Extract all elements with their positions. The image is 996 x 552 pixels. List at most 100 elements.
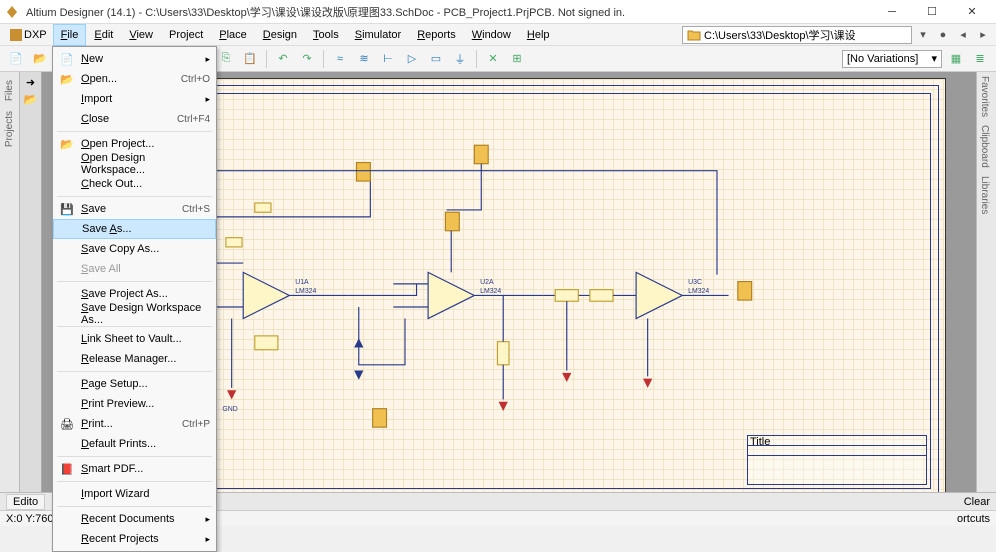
menu-reports[interactable]: Reports [409, 24, 464, 46]
menu-item-smart-pdf[interactable]: 📕Smart PDF... [53, 459, 216, 479]
menu-edit[interactable]: Edit [86, 24, 121, 46]
menu-item-save-all: Save All [53, 259, 216, 279]
tool-browse-icon[interactable]: ⊞ [507, 49, 527, 69]
maximize-button[interactable]: ☐ [912, 0, 952, 24]
menu-item-print[interactable]: 🖨Print...Ctrl+P [53, 414, 216, 434]
menu-item-import[interactable]: Import▸ [53, 89, 216, 109]
menu-item-check-out[interactable]: Check Out... [53, 174, 216, 194]
menu-item-default-prints[interactable]: Default Prints... [53, 434, 216, 454]
path-dropdown-button[interactable]: ▾ [914, 26, 932, 44]
clear-button[interactable]: Clear [964, 496, 990, 508]
menu-item-link-sheet-to-vault[interactable]: Link Sheet to Vault... [53, 329, 216, 349]
tab-files[interactable]: Files [2, 76, 17, 105]
menu-project[interactable]: Project [161, 24, 211, 46]
menu-item-print-preview[interactable]: Print Preview... [53, 394, 216, 414]
menu-item-save-design-workspace-as[interactable]: Save Design Workspace As... [53, 304, 216, 324]
tool-bus-icon[interactable]: ≋ [354, 49, 374, 69]
tool-grid-icon[interactable]: ▦ [946, 49, 966, 69]
menu-view[interactable]: View [121, 24, 161, 46]
status-coords: X:0 Y:760 [6, 513, 54, 525]
menu-item-page-setup[interactable]: Page Setup... [53, 374, 216, 394]
menubar: DXP File Edit View Project Place Design … [0, 24, 996, 46]
submenu-arrow-icon: ▸ [205, 514, 210, 525]
print-icon: 🖨 [59, 416, 75, 432]
dxp-icon [10, 29, 22, 41]
path-fwd-button[interactable]: ▸ [974, 26, 992, 44]
tool-port-icon[interactable]: ▷ [402, 49, 422, 69]
left-toolbar: ➜ 📂 [20, 72, 42, 510]
svg-text:GND: GND [222, 406, 237, 413]
tool-redo-icon[interactable]: ↷ [297, 49, 317, 69]
tool-copy-icon[interactable]: ⎘ [216, 49, 236, 69]
folder-icon [687, 29, 701, 41]
chevron-down-icon: ▾ [931, 52, 937, 65]
tool-undo-icon[interactable]: ↶ [273, 49, 293, 69]
path-input[interactable]: C:\Users\33\Desktop\学习\课设 [682, 26, 912, 44]
path-go-button[interactable]: ● [934, 26, 952, 44]
tab-favorites[interactable]: Favorites [977, 72, 992, 121]
minimize-button[interactable]: ─ [872, 0, 912, 24]
menu-item-release-manager[interactable]: Release Manager... [53, 349, 216, 369]
menu-item-open-design-workspace[interactable]: Open Design Workspace... [53, 154, 216, 174]
new-icon: 📄 [59, 51, 75, 67]
menu-tools[interactable]: Tools [305, 24, 347, 46]
open-icon: 📂 [59, 136, 75, 152]
tool-power-icon[interactable]: ⏚ [450, 49, 470, 69]
svg-text:U1A: U1A [295, 279, 309, 286]
svg-text:LM324: LM324 [688, 288, 709, 295]
right-dock: Favorites Clipboard Libraries [976, 72, 996, 510]
variations-dropdown[interactable]: [No Variations] ▾ [842, 50, 942, 68]
app-logo-icon [4, 4, 20, 20]
tool-open-icon[interactable]: 📂 [30, 49, 50, 69]
menu-item-save-project-as[interactable]: Save Project As... [53, 284, 216, 304]
menu-item-import-wizard[interactable]: Import Wizard [53, 484, 216, 504]
tab-clipboard[interactable]: Clipboard [977, 121, 992, 172]
editor-tab[interactable]: Edito [6, 494, 45, 510]
tool-part-icon[interactable]: ▭ [426, 49, 446, 69]
menu-item-recent-projects[interactable]: Recent Projects▸ [53, 529, 216, 549]
svg-text:LM324: LM324 [480, 288, 501, 295]
menu-help[interactable]: Help [519, 24, 558, 46]
open-icon: 📂 [59, 71, 75, 87]
submenu-arrow-icon: ▸ [205, 94, 210, 105]
left-dock: Files Projects [0, 72, 20, 510]
menu-item-save[interactable]: 💾SaveCtrl+S [53, 199, 216, 219]
tab-projects[interactable]: Projects [2, 107, 17, 151]
tool-cross-icon[interactable]: ✕ [483, 49, 503, 69]
menu-file[interactable]: File [53, 24, 87, 46]
menu-item-open-project[interactable]: 📂Open Project... [53, 134, 216, 154]
tool-wire-icon[interactable]: ≈ [330, 49, 350, 69]
tool-net-icon[interactable]: ⊢ [378, 49, 398, 69]
menu-item-save-copy-as[interactable]: Save Copy As... [53, 239, 216, 259]
shortcuts-label[interactable]: ortcuts [957, 513, 990, 525]
menu-item-new[interactable]: 📄New▸ [53, 49, 216, 69]
menu-window[interactable]: Window [464, 24, 519, 46]
close-button[interactable]: ✕ [952, 0, 992, 24]
dxp-menu[interactable]: DXP [4, 29, 53, 41]
menu-item-save-as[interactable]: Save As... [53, 219, 216, 239]
menu-item-close[interactable]: CloseCtrl+F4 [53, 109, 216, 129]
save-icon: 💾 [59, 201, 75, 217]
tool-paste-icon[interactable]: 📋 [240, 49, 260, 69]
path-back-button[interactable]: ◂ [954, 26, 972, 44]
menu-place[interactable]: Place [211, 24, 255, 46]
menu-design[interactable]: Design [255, 24, 305, 46]
svg-text:U2A: U2A [480, 279, 494, 286]
svg-text:U3C: U3C [688, 279, 702, 286]
tool-new-icon[interactable]: 📄 [6, 49, 26, 69]
tool-layers-icon[interactable]: ≣ [970, 49, 990, 69]
submenu-arrow-icon: ▸ [205, 54, 210, 65]
tab-libraries[interactable]: Libraries [977, 172, 992, 218]
svg-text:LM324: LM324 [295, 288, 316, 295]
submenu-arrow-icon: ▸ [205, 534, 210, 545]
titlebar: Altium Designer (14.1) - C:\Users\33\Des… [0, 0, 996, 24]
pdf-icon: 📕 [59, 461, 75, 477]
file-menu-dropdown: 📄New▸📂Open...Ctrl+OImport▸CloseCtrl+F4📂O… [52, 46, 217, 552]
title-block: Title [747, 435, 927, 485]
menu-item-open[interactable]: 📂Open...Ctrl+O [53, 69, 216, 89]
menu-simulator[interactable]: Simulator [347, 24, 409, 46]
window-title: Altium Designer (14.1) - C:\Users\33\Des… [26, 4, 872, 20]
left-tool-icon[interactable]: ➜ [26, 76, 35, 89]
menu-item-recent-documents[interactable]: Recent Documents▸ [53, 509, 216, 529]
left-tool-icon[interactable]: 📂 [24, 93, 38, 106]
